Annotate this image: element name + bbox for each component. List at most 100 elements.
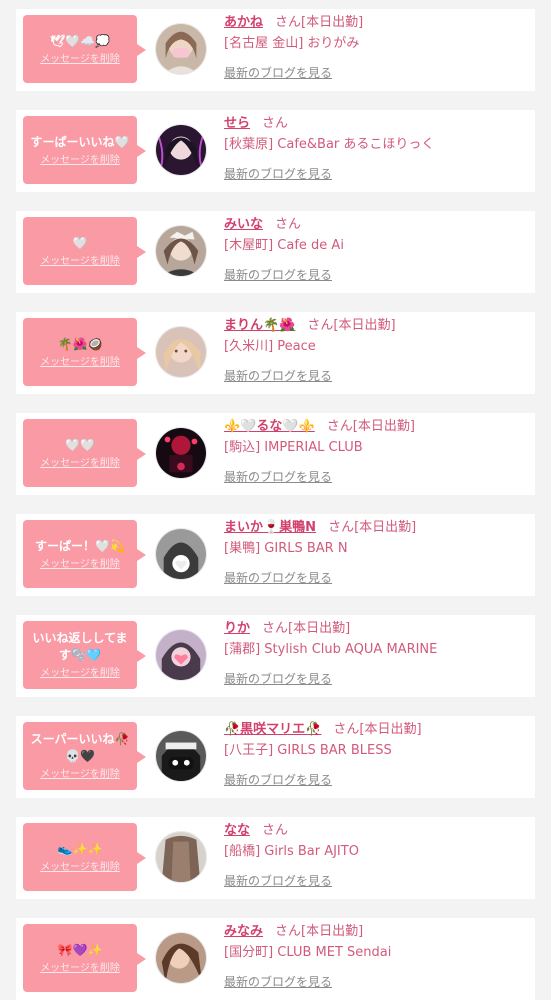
cast-name-link[interactable]: なな [224, 823, 250, 838]
message-bubble: すーぱーいいね🤍 メッセージを削除 [23, 116, 146, 184]
message-bubble: すーぱー！🤍💫 メッセージを削除 [23, 520, 146, 588]
honorific: さん [333, 722, 360, 737]
avatar[interactable] [155, 528, 207, 580]
honorific: さん [262, 823, 289, 838]
message-text: 👟✨✨ [57, 841, 103, 856]
message-text: 🤍🤍 [65, 437, 95, 452]
delete-message-link[interactable]: メッセージを削除 [40, 53, 120, 66]
delete-message-link[interactable]: メッセージを削除 [40, 861, 120, 874]
list-item: いいね返ししてます🫧🩵 メッセージを削除 りか さん[本日出勤] [蒲郡] Sty… [16, 615, 535, 697]
cast-name-link[interactable]: まりん🌴🌺 [224, 318, 295, 333]
latest-blog-link[interactable]: 最新のブログを見る [224, 570, 332, 586]
message-bubble: スーパーいいね🥀💀🖤 メッセージを削除 [23, 722, 146, 790]
honorific: さん [275, 924, 302, 939]
message-text: 🕊🤍☁️💭 [49, 33, 111, 48]
delete-message-link[interactable]: メッセージを削除 [40, 255, 120, 268]
shop-name: GIRLS BAR N [264, 541, 348, 556]
avatar[interactable] [155, 225, 207, 277]
delete-message-link[interactable]: メッセージを削除 [40, 457, 120, 470]
avatar[interactable] [155, 932, 207, 984]
avatar[interactable] [155, 831, 207, 883]
latest-blog-link[interactable]: 最新のブログを見る [224, 873, 332, 889]
latest-blog-link[interactable]: 最新のブログを見る [224, 65, 332, 81]
list-item: 🤍🤍 メッセージを削除 ⚜️🤍るな🤍⚜️ さん[本日出勤] [駒込] IMPERI… [16, 413, 535, 495]
area-label: [駒込] [224, 440, 261, 455]
working-today-badge: [本日出勤] [359, 722, 422, 737]
message-bubble: 👟✨✨ メッセージを削除 [23, 823, 146, 891]
list-item: 🤍 メッセージを削除 みいな さん [木屋町] Cafe de Ai 最新のブログ… [16, 211, 535, 293]
message-text: スーパーいいね🥀💀🖤 [30, 732, 130, 763]
delete-message-link[interactable]: メッセージを削除 [40, 962, 120, 975]
honorific: さん [275, 217, 302, 232]
area-label: [巣鴨] [224, 541, 261, 556]
area-label: [名古屋 金山] [224, 36, 304, 51]
latest-blog-link[interactable]: 最新のブログを見る [224, 772, 332, 788]
latest-blog-link[interactable]: 最新のブログを見る [224, 368, 332, 384]
latest-blog-link[interactable]: 最新のブログを見る [224, 671, 332, 687]
working-today-badge: [本日出勤] [301, 15, 364, 30]
avatar[interactable] [155, 23, 207, 75]
list-item: 👟✨✨ メッセージを削除 なな さん [船橋] Girls Bar AJITO 最… [16, 817, 535, 899]
delete-message-link[interactable]: メッセージを削除 [40, 558, 120, 571]
avatar[interactable] [155, 730, 207, 782]
message-text: いいね返ししてます🫧🩵 [32, 631, 128, 662]
latest-blog-link[interactable]: 最新のブログを見る [224, 267, 332, 283]
honorific: さん [262, 116, 289, 131]
latest-blog-link[interactable]: 最新のブログを見る [224, 469, 332, 485]
honorific: さん [262, 621, 289, 636]
working-today-badge: [本日出勤] [333, 318, 396, 333]
message-text: 🎀💜✨ [57, 942, 103, 957]
message-bubble: いいね返ししてます🫧🩵 メッセージを削除 [23, 621, 146, 689]
working-today-badge: [本日出勤] [288, 621, 351, 636]
shop-name: GIRLS BAR BLESS [277, 743, 392, 758]
working-today-badge: [本日出勤] [301, 924, 364, 939]
avatar[interactable] [155, 629, 207, 681]
message-list: 🕊🤍☁️💭 メッセージを削除 あかね さん[本日出勤] [名古屋 金山] おりがみ… [0, 0, 551, 1000]
shop-name: おりがみ [307, 36, 360, 51]
honorific: さん [307, 318, 334, 333]
cast-name-link[interactable]: ⚜️🤍るな🤍⚜️ [224, 419, 315, 434]
latest-blog-link[interactable]: 最新のブログを見る [224, 166, 332, 182]
message-text: すーぱー！🤍💫 [35, 538, 125, 553]
latest-blog-link[interactable]: 最新のブログを見る [224, 974, 332, 990]
delete-message-link[interactable]: メッセージを削除 [40, 154, 120, 167]
cast-name-link[interactable]: みいな [224, 217, 263, 232]
message-text: 🤍 [72, 235, 88, 250]
shop-name: CLUB MET Sendai [277, 945, 392, 960]
shop-name: Girls Bar AJITO [264, 844, 359, 859]
list-item: 🕊🤍☁️💭 メッセージを削除 あかね さん[本日出勤] [名古屋 金山] おりがみ… [16, 9, 535, 91]
delete-message-link[interactable]: メッセージを削除 [40, 667, 120, 680]
shop-name: IMPERIAL CLUB [264, 440, 363, 455]
shop-name: Cafe&Bar あるこほりっく [277, 137, 435, 152]
message-bubble: 🌴🌺🥥 メッセージを削除 [23, 318, 146, 386]
message-bubble: 🤍 メッセージを削除 [23, 217, 146, 285]
message-bubble: 🤍🤍 メッセージを削除 [23, 419, 146, 487]
avatar[interactable] [155, 124, 207, 176]
working-today-badge: [本日出勤] [354, 520, 417, 535]
message-bubble: 🎀💜✨ メッセージを削除 [23, 924, 146, 992]
list-item: すーぱーいいね🤍 メッセージを削除 せら さん [秋葉原] Cafe&Bar ある… [16, 110, 535, 192]
list-item: 🌴🌺🥥 メッセージを削除 まりん🌴🌺 さん[本日出勤] [久米川] Peace 最… [16, 312, 535, 394]
cast-name-link[interactable]: りか [224, 621, 250, 636]
cast-name-link[interactable]: 🥀黒咲マリエ🥀 [224, 722, 321, 737]
message-text: 🌴🌺🥥 [57, 336, 103, 351]
cast-name-link[interactable]: まいか🍷巣鴨N [224, 520, 316, 535]
delete-message-link[interactable]: メッセージを削除 [40, 768, 120, 781]
cast-name-link[interactable]: あかね [224, 15, 263, 30]
delete-message-link[interactable]: メッセージを削除 [40, 356, 120, 369]
message-bubble: 🕊🤍☁️💭 メッセージを削除 [23, 15, 146, 83]
honorific: さん [328, 520, 355, 535]
list-item: スーパーいいね🥀💀🖤 メッセージを削除 🥀黒咲マリエ🥀 さん[本日出勤] [八王子… [16, 716, 535, 798]
shop-name: Cafe de Ai [277, 238, 344, 253]
area-label: [船橋] [224, 844, 261, 859]
cast-name-link[interactable]: みなみ [224, 924, 263, 939]
honorific: さん [275, 15, 302, 30]
message-text: すーぱーいいね🤍 [30, 134, 130, 149]
avatar[interactable] [155, 427, 207, 479]
shop-name: Stylish Club AQUA MARINE [264, 642, 438, 657]
avatar[interactable] [155, 326, 207, 378]
honorific: さん [326, 419, 353, 434]
cast-name-link[interactable]: せら [224, 116, 250, 131]
list-item: すーぱー！🤍💫 メッセージを削除 まいか🍷巣鴨N さん[本日出勤] [巣鴨] GI… [16, 514, 535, 596]
area-label: [八王子] [224, 743, 274, 758]
